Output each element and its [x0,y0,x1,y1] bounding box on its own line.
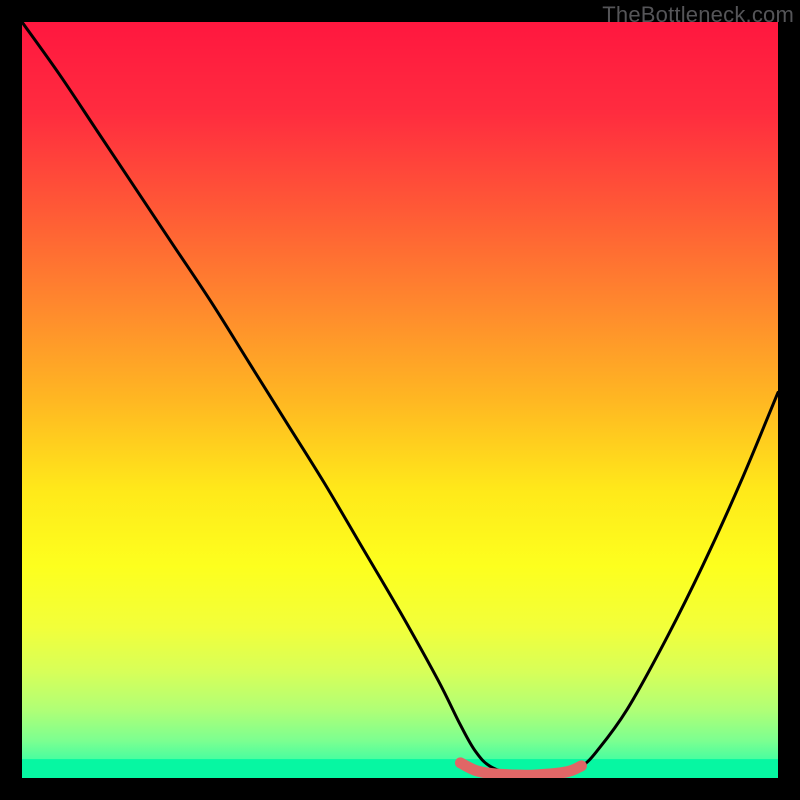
chart-frame: TheBottleneck.com [0,0,800,800]
plot-area [22,22,778,778]
chart-svg [22,22,778,778]
watermark-text: TheBottleneck.com [602,2,794,28]
green-baseline-band [22,759,778,778]
gradient-background [22,22,778,778]
